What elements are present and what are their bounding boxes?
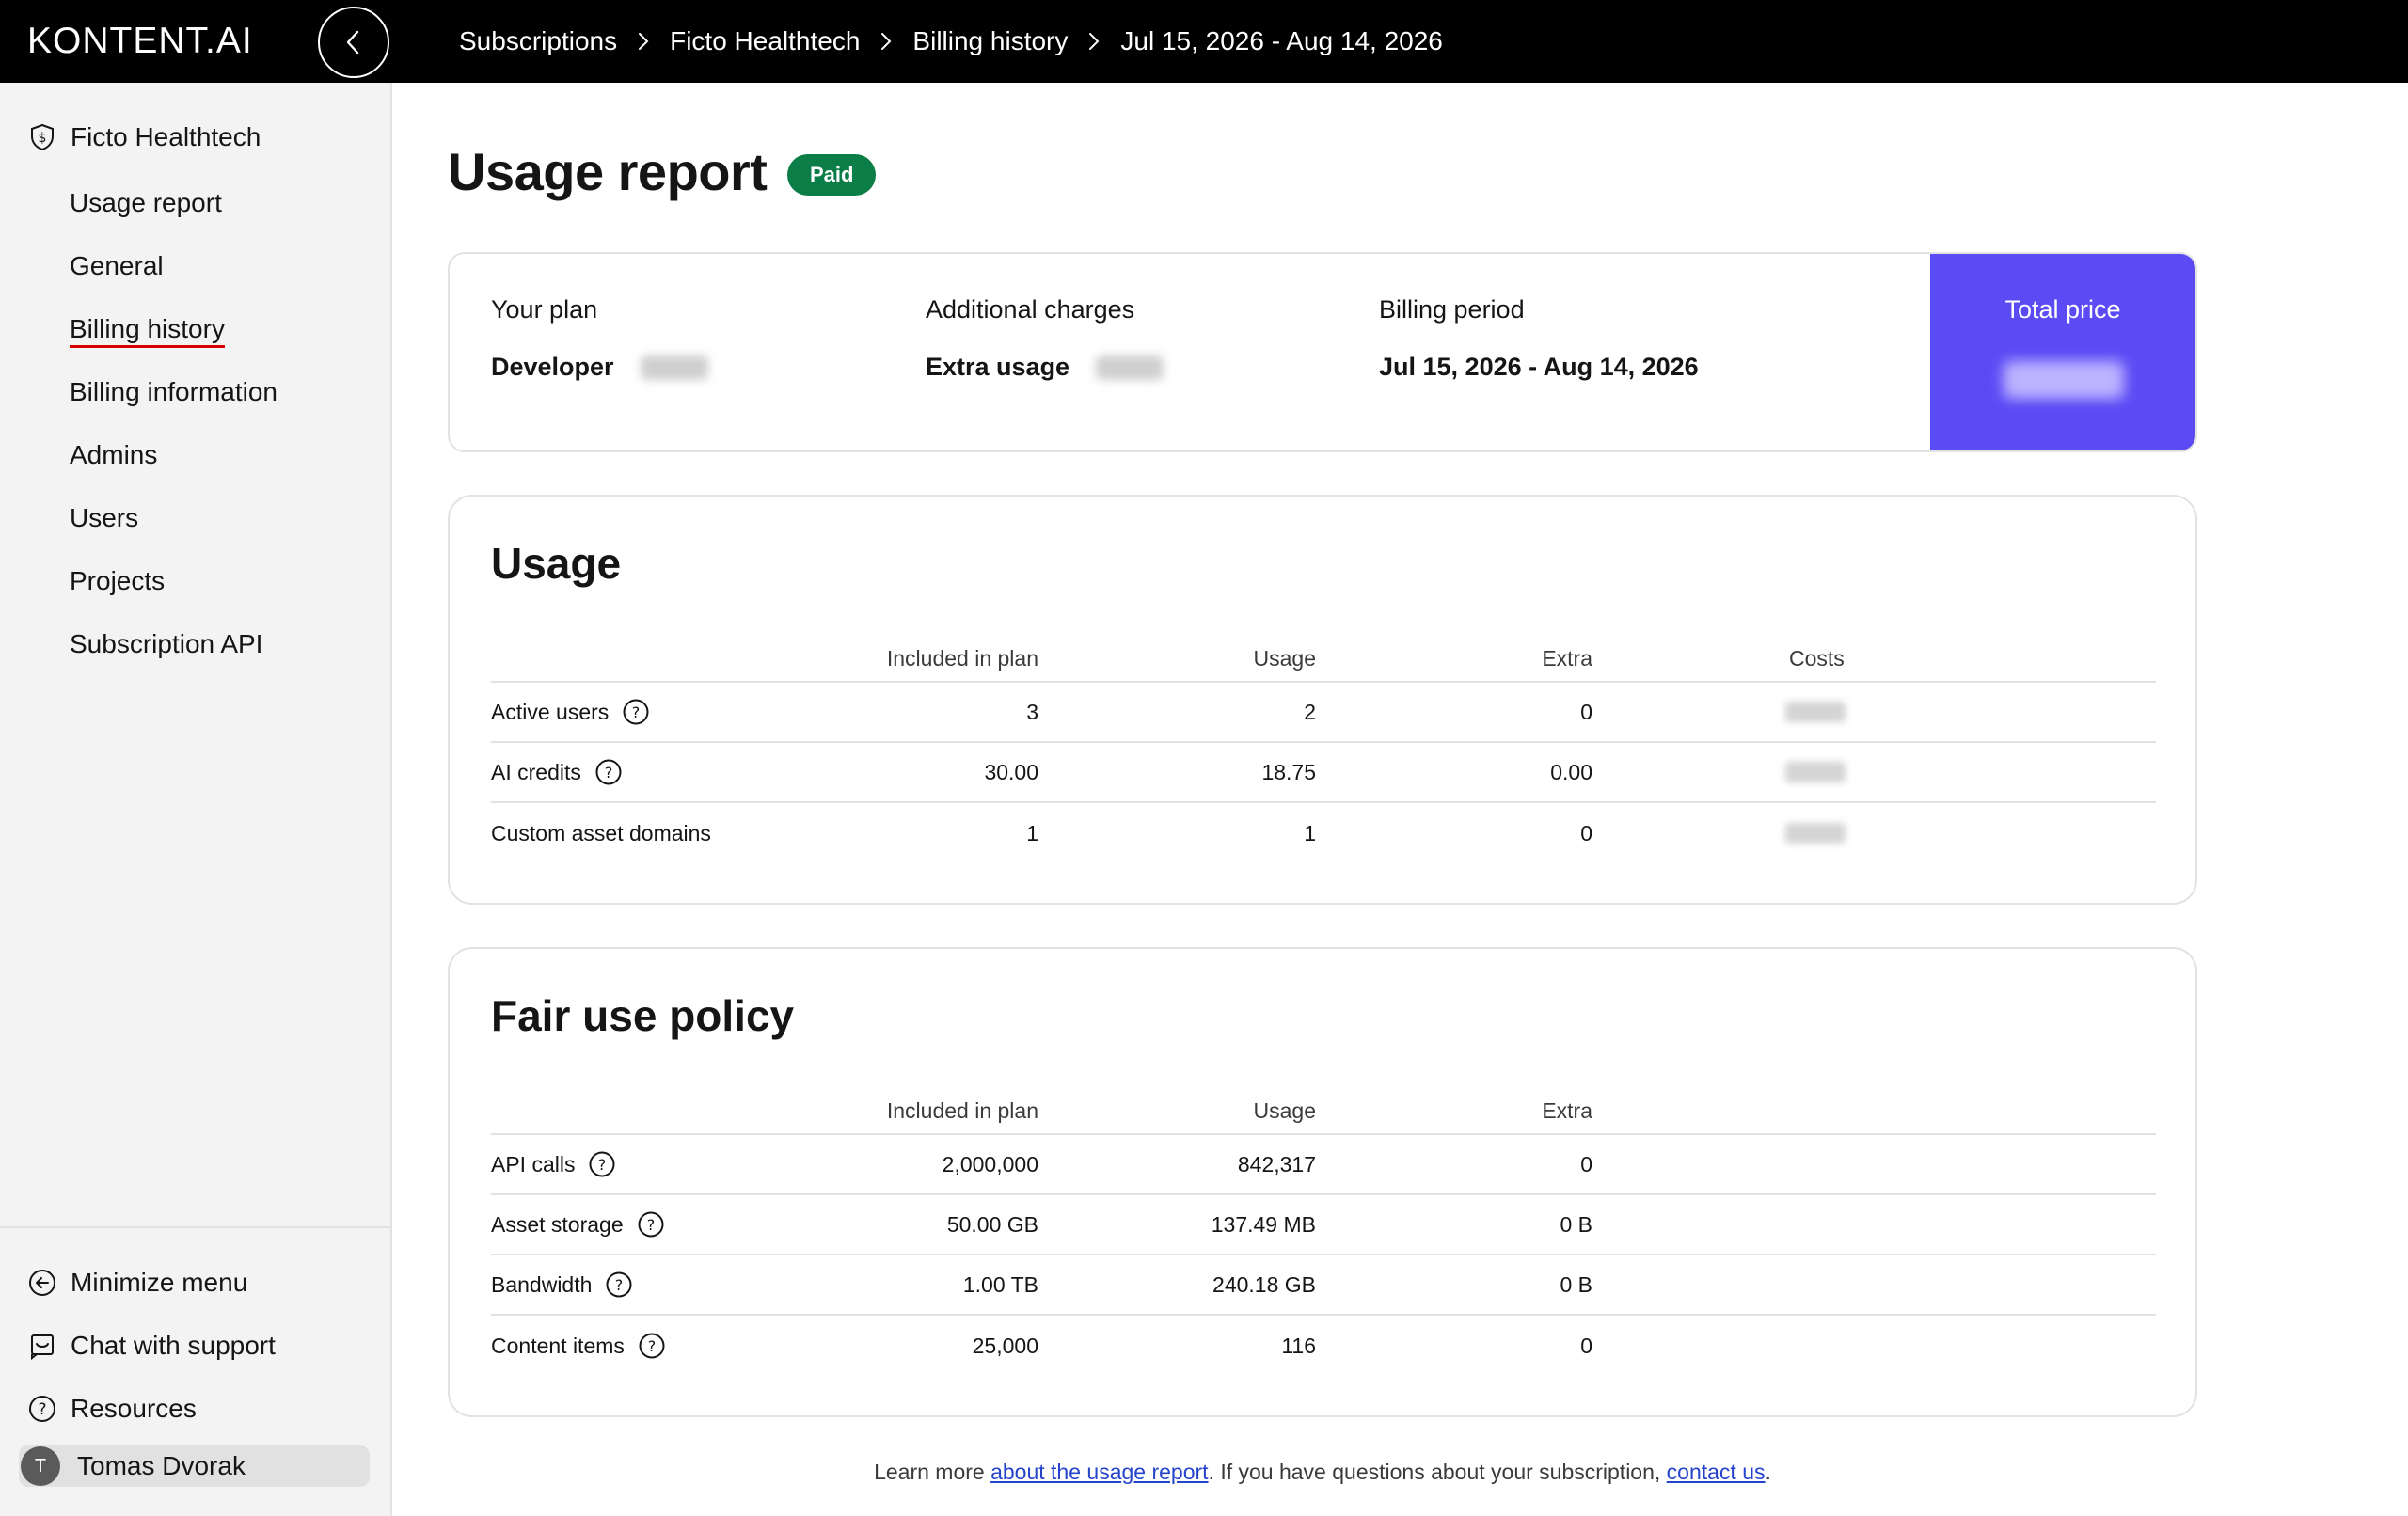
top-bar: KONTENT.AI Subscriptions Ficto Healthtec… [0, 0, 2408, 83]
footer-note: Learn more about the usage report. If yo… [874, 1460, 1771, 1484]
svg-text:?: ? [615, 1276, 624, 1294]
sidebar: $ Ficto Healthtech Usage report General … [0, 83, 392, 1516]
user-name: Tomas Dvorak [77, 1451, 246, 1480]
shield-dollar-icon: $ [27, 122, 57, 152]
svg-text:?: ? [598, 1156, 607, 1174]
page-title: Usage report [448, 142, 768, 201]
plan-summary-card: Your plan Developer Additional charges E… [448, 252, 2197, 452]
svg-text:?: ? [605, 764, 613, 782]
plan-name: Developer [491, 353, 614, 381]
chevron-right-icon [1086, 31, 1101, 52]
total-price-panel: Total price [1930, 254, 2195, 450]
table-row: AI credits ? 30.00 18.75 0.00 [491, 743, 2156, 803]
sidebar-item-usage-report[interactable]: Usage report [70, 184, 277, 247]
minimize-menu-button[interactable]: Minimize menu [27, 1251, 276, 1314]
user-menu[interactable]: T Tomas Dvorak [19, 1445, 370, 1487]
table-header: Included in plan Usage Extra [491, 1082, 2156, 1135]
extra-usage-price-redacted [1096, 355, 1164, 380]
arrow-left-circle-icon [27, 1268, 57, 1298]
table-row: Active users ? 3 2 0 [491, 683, 2156, 743]
sidebar-item-billing-history[interactable]: Billing history [70, 310, 277, 373]
organization-header: $ Ficto Healthtech [27, 122, 261, 152]
total-price-label: Total price [2004, 295, 2121, 324]
svg-text:?: ? [646, 1216, 655, 1234]
breadcrumb-billing-history[interactable]: Billing history [912, 26, 1068, 56]
additional-charges-section: Additional charges Extra usage [926, 295, 1164, 382]
cost-redacted [1785, 702, 1846, 722]
contact-us-link[interactable]: contact us [1667, 1460, 1766, 1484]
extra-usage-label: Extra usage [926, 353, 1070, 381]
organization-name: Ficto Healthtech [71, 122, 261, 151]
your-plan-label: Your plan [491, 295, 598, 324]
chevron-right-icon [879, 31, 894, 52]
billing-period-label: Billing period [1379, 295, 1525, 324]
svg-text:?: ? [38, 1400, 46, 1419]
sidebar-item-projects[interactable]: Projects [70, 562, 277, 625]
table-header: Included in plan Usage Extra Costs [491, 630, 2156, 683]
cost-redacted [1785, 823, 1846, 844]
sidebar-item-subscription-api[interactable]: Subscription API [70, 625, 277, 688]
usage-report-link[interactable]: about the usage report [990, 1460, 1208, 1484]
sidebar-item-admins[interactable]: Admins [70, 436, 277, 499]
billing-period-value: Jul 15, 2026 - Aug 14, 2026 [1379, 353, 1699, 381]
total-price-redacted [2004, 361, 2124, 399]
help-icon[interactable]: ? [605, 1271, 633, 1299]
sidebar-item-billing-information[interactable]: Billing information [70, 373, 277, 436]
chevron-left-icon [346, 30, 359, 55]
fair-use-table: Included in plan Usage Extra API calls ?… [491, 1082, 2156, 1376]
resources-button[interactable]: ? Resources [27, 1377, 276, 1440]
breadcrumb-organization[interactable]: Ficto Healthtech [670, 26, 860, 56]
cost-redacted [1785, 762, 1846, 782]
table-row: Asset storage ? 50.00 GB 137.49 MB 0 B [491, 1195, 2156, 1255]
help-icon[interactable]: ? [638, 1332, 666, 1360]
fair-use-policy-title: Fair use policy [491, 991, 795, 1040]
sidebar-item-general[interactable]: General [70, 247, 277, 310]
additional-charges-label: Additional charges [926, 295, 1135, 324]
table-row: Bandwidth ? 1.00 TB 240.18 GB 0 B [491, 1255, 2156, 1316]
breadcrumb-current-period: Jul 15, 2026 - Aug 14, 2026 [1120, 26, 1443, 55]
breadcrumb-subscriptions[interactable]: Subscriptions [459, 26, 617, 56]
kontent-logo[interactable]: KONTENT.AI [27, 21, 253, 62]
billing-period-section: Billing period Jul 15, 2026 - Aug 14, 20… [1379, 295, 1699, 382]
table-row: Custom asset domains 1 1 0 [491, 803, 2156, 863]
sidebar-divider [0, 1226, 390, 1228]
help-icon[interactable]: ? [588, 1150, 616, 1178]
usage-title: Usage [491, 539, 622, 588]
status-badge: Paid [787, 154, 877, 196]
chat-icon [27, 1331, 57, 1361]
plan-price-redacted [640, 355, 708, 380]
avatar: T [21, 1446, 60, 1486]
chat-with-support-button[interactable]: Chat with support [27, 1314, 276, 1377]
table-row: Content items ? 25,000 116 0 [491, 1316, 2156, 1376]
help-icon[interactable]: ? [622, 698, 650, 726]
help-icon[interactable]: ? [637, 1210, 665, 1239]
fair-use-policy-card: Fair use policy Included in plan Usage E… [448, 947, 2197, 1417]
sidebar-bottom-nav: Minimize menu Chat with support ? Resour… [27, 1251, 276, 1440]
your-plan-section: Your plan Developer [491, 295, 708, 382]
back-button[interactable] [318, 7, 389, 78]
question-circle-icon: ? [27, 1394, 57, 1424]
help-icon[interactable]: ? [594, 758, 623, 786]
sidebar-item-users[interactable]: Users [70, 499, 277, 562]
svg-text:?: ? [648, 1337, 657, 1355]
usage-table: Included in plan Usage Extra Costs Activ… [491, 630, 2156, 863]
table-row: API calls ? 2,000,000 842,317 0 [491, 1135, 2156, 1195]
chevron-right-icon [636, 31, 651, 52]
usage-card: Usage Included in plan Usage Extra Costs… [448, 495, 2197, 905]
sidebar-nav: Usage report General Billing history Bil… [70, 184, 277, 688]
svg-text:?: ? [632, 703, 641, 721]
breadcrumb: Subscriptions Ficto Healthtech Billing h… [459, 0, 1443, 83]
svg-text:$: $ [39, 131, 47, 146]
